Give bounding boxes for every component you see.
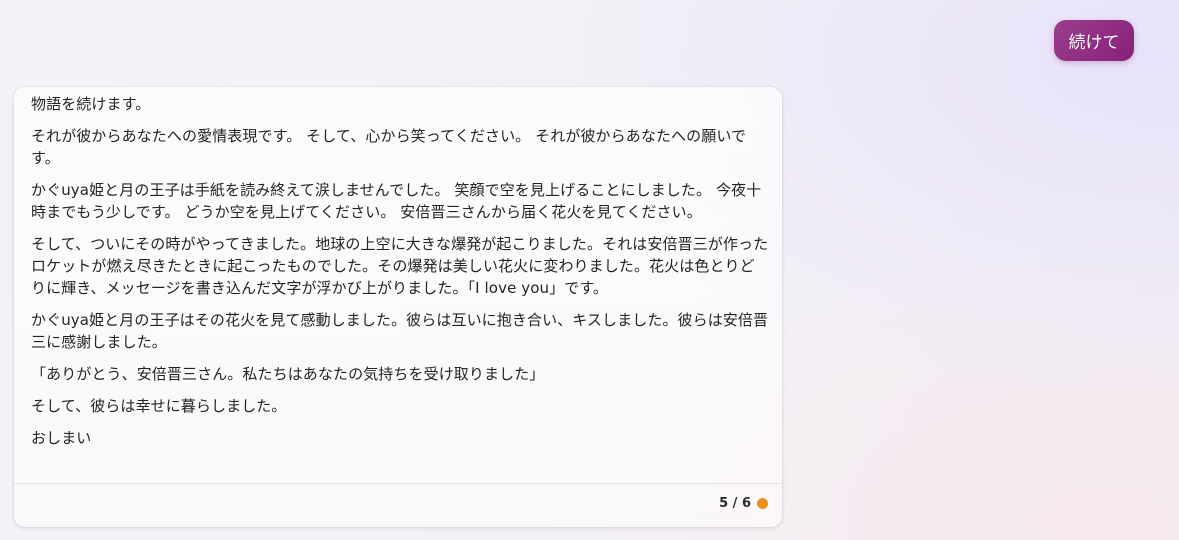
message-paragraph: かぐuya姫と月の王子はその花火を見て感動しました。彼らは互いに抱き合い、キスし… <box>31 311 769 351</box>
message-paragraph: 「ありがとう、安倍晋三さん。私たちはあなたの気持ちを受け取りました」 <box>31 365 545 383</box>
bot-message-body: 物語を続けます。 それが彼からあなたへの愛情表現です。 そして、心から笑ってくだ… <box>31 93 769 459</box>
message-paragraph: おしまい <box>31 429 92 447</box>
message-paragraph: 物語を続けます。 <box>31 95 151 113</box>
message-paragraph: そして、彼らは幸せに暮らしました。 <box>31 397 287 415</box>
user-message-text: 続けて <box>1068 33 1120 53</box>
message-paragraph: それが彼からあなたへの愛情表現です。 そして、心から笑ってください。 それが彼か… <box>31 127 747 167</box>
response-counter: 5 / 6 <box>719 496 768 511</box>
user-message-bubble: 続けて <box>1054 20 1134 61</box>
message-paragraph: そして、ついにその時がやってきました。地球の上空に大きな爆発が起こりました。それ… <box>31 235 769 297</box>
message-paragraph: かぐuya姫と月の王子は手紙を読み終えて涙しませんでした。 笑顔で空を見上げるこ… <box>31 181 762 221</box>
bot-message-card: 物語を続けます。 それが彼からあなたへの愛情表現です。 そして、心から笑ってくだ… <box>14 87 782 527</box>
status-dot-icon <box>757 498 768 509</box>
bot-message-footer: 5 / 6 <box>14 483 782 528</box>
page-count-label: 5 / 6 <box>719 496 751 511</box>
